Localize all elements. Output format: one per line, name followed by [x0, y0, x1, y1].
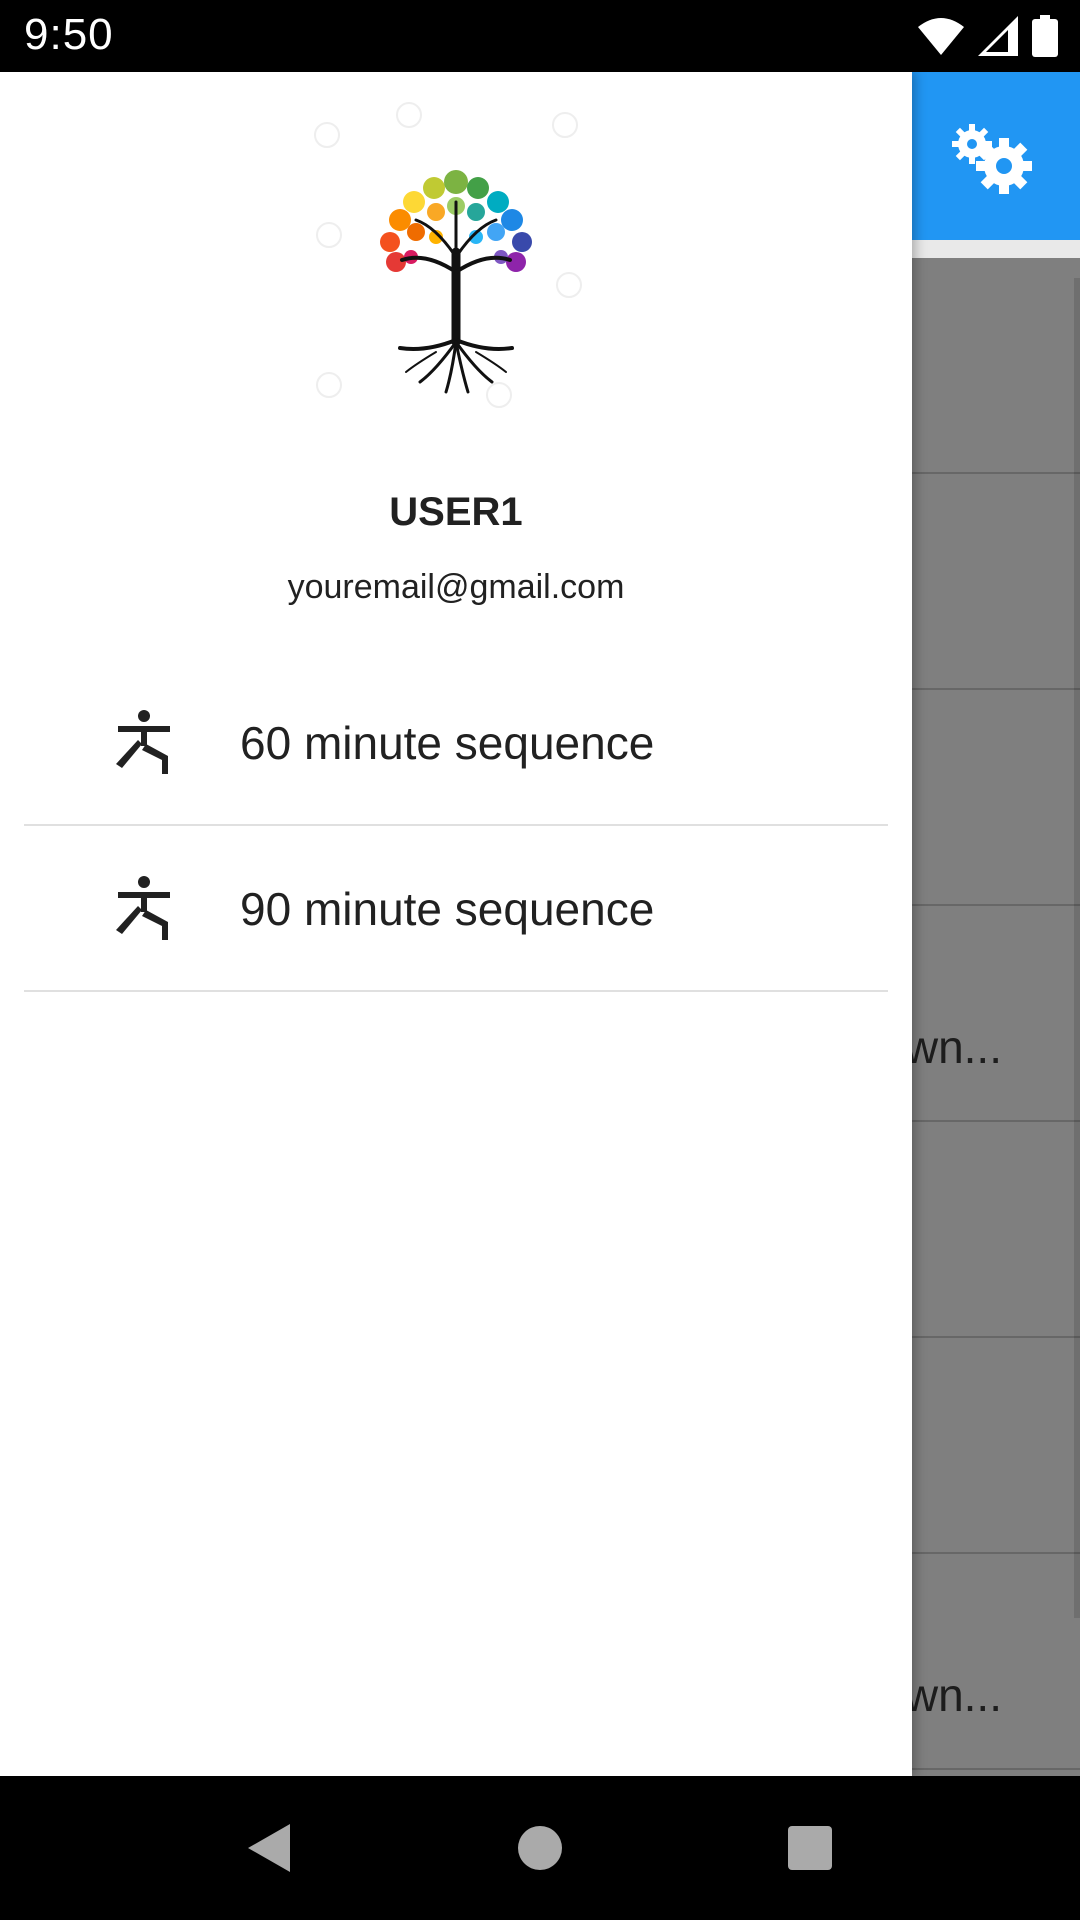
watermark-mark [556, 272, 582, 298]
status-bar: 9:50 [0, 0, 1080, 72]
home-icon [518, 1826, 562, 1870]
drawer-header: USER1 youremail@gmail.com [0, 72, 912, 606]
settings-button[interactable] [940, 120, 1040, 196]
tree-icon [380, 170, 532, 394]
scrollbar[interactable] [1074, 278, 1080, 1618]
user-name: USER1 [389, 490, 523, 534]
watermark-mark [316, 222, 342, 248]
user-email: youremail@gmail.com [287, 568, 625, 606]
recents-button[interactable] [778, 1816, 842, 1880]
drawer-item-60-minute-sequence[interactable]: 60 minute sequence [24, 660, 888, 826]
system-nav-bar [0, 1776, 1080, 1920]
navigation-drawer: USER1 youremail@gmail.com 60 minute sequ… [0, 72, 912, 1776]
signal-icon [978, 16, 1018, 56]
back-button[interactable] [236, 1816, 300, 1880]
status-icons [918, 14, 1058, 58]
back-icon [248, 1824, 290, 1872]
home-button[interactable] [508, 1816, 572, 1880]
status-time: 9:50 [24, 10, 114, 59]
watermark-mark [552, 112, 578, 138]
screen: 9:50 USER1 youremail@gmail.com 60 minute… [0, 0, 1080, 1920]
yoga-pose-icon [116, 710, 170, 774]
battery-icon [1032, 15, 1058, 57]
watermark-mark [314, 122, 340, 148]
gears-icon [952, 124, 1032, 194]
watermark-mark [316, 372, 342, 398]
recents-icon [788, 1826, 832, 1870]
drawer-item-90-minute-sequence[interactable]: 90 minute sequence [24, 826, 888, 992]
tree-of-life-logo [314, 102, 596, 408]
drawer-item-label: 60 minute sequence [240, 717, 655, 769]
watermark-mark [486, 382, 512, 408]
watermark-mark [396, 102, 422, 128]
wifi-icon [918, 18, 964, 55]
yoga-pose-icon [116, 876, 170, 940]
drawer-item-label: 90 minute sequence [240, 883, 655, 935]
